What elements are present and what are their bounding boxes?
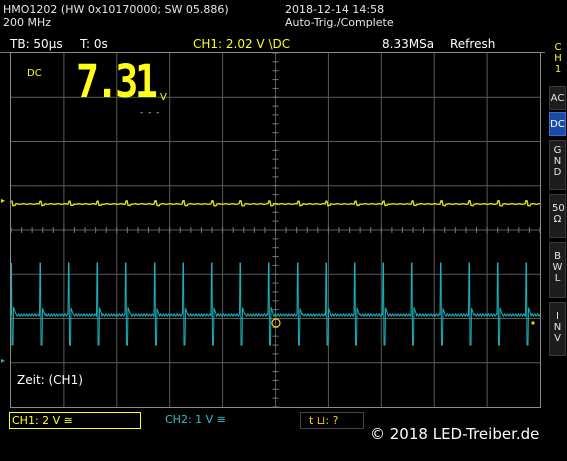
ch1-ground-marker[interactable]: ▸ [1, 196, 5, 205]
trigger-time[interactable]: T: 0s [80, 37, 108, 51]
impedance-50ohm-button[interactable]: 50 Ω [549, 194, 566, 238]
bandwidth-limit-button[interactable]: B W L [549, 242, 566, 298]
measurement-dashes: - - - [140, 108, 161, 118]
channel-side-menu: CH 1 AC DC G N D 50 Ω B W L I N V [547, 36, 567, 436]
trigger-setting[interactable]: CH1: 2.02 V \DC [193, 37, 290, 51]
coupling-gnd-button[interactable]: G N D [549, 140, 566, 190]
measurement-value: 7.31 [76, 55, 158, 108]
coupling-ac-button[interactable]: AC [549, 86, 566, 110]
datetime: 2018-12-14 14:58 [285, 3, 385, 16]
invert-button[interactable]: I N V [549, 302, 566, 356]
bandwidth: 200 MHz [3, 16, 52, 29]
acquisition-mode[interactable]: Refresh [450, 37, 495, 51]
time-axis-label: Zeit: (CH1) [17, 373, 83, 387]
ch2-level-marker [531, 321, 535, 325]
coupling-dc-button[interactable]: DC [549, 112, 566, 136]
coupling-label: DC [27, 68, 42, 79]
side-menu-title: CH 1 [554, 42, 562, 75]
trigger-status: Auto-Trig./Complete [285, 16, 394, 29]
copyright-watermark: © 2018 LED-Treiber.de [370, 425, 540, 443]
ch1-scale-box[interactable]: CH1: 2 V ≅ [9, 412, 141, 429]
ch2-scale[interactable]: CH2: 1 V ≅ [165, 412, 226, 427]
measurement-unit: V [160, 92, 167, 103]
trigger-info[interactable]: t ⊔: ? [300, 412, 364, 429]
timebase[interactable]: TB: 50µs [10, 37, 63, 51]
ch2-ground-marker[interactable]: ▸ [1, 356, 5, 365]
status-bar: TB: 50µs T: 0s CH1: 2.02 V \DC 8.33MSa R… [0, 36, 545, 53]
model-info: HMO1202 (HW 0x10170000; SW 05.886) [3, 3, 229, 16]
sample-rate: 8.33MSa [382, 37, 435, 51]
